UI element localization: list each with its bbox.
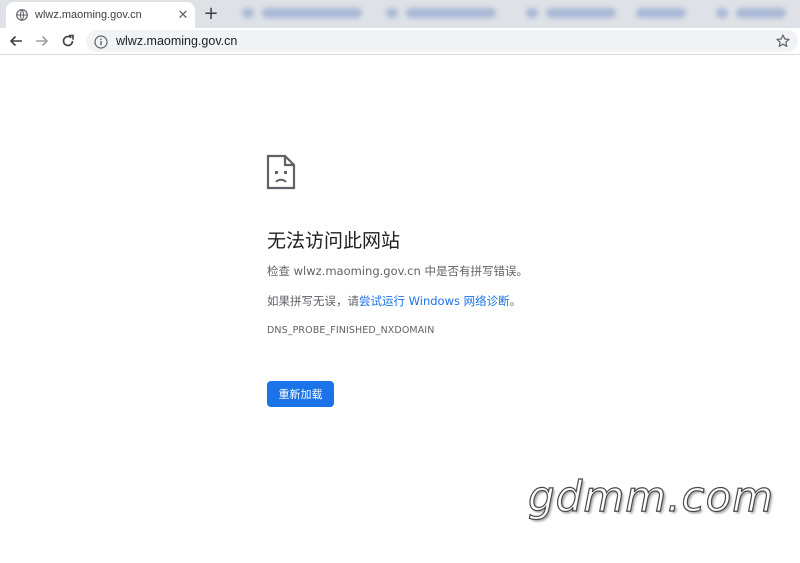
new-tab-button[interactable]: + [200, 4, 222, 24]
url-text[interactable]: wlwz.maoming.gov.cn [116, 34, 774, 48]
diagnostics-suffix: 。 [509, 294, 522, 308]
diagnostics-prefix: 如果拼写无误，请 [267, 294, 359, 308]
back-arrow-icon[interactable] [6, 31, 26, 51]
diagnostics-hint: 如果拼写无误，请尝试运行 Windows 网络诊断。 [267, 293, 521, 309]
browser-toolbar: wlwz.maoming.gov.cn [0, 28, 800, 55]
tab-close-icon[interactable]: ✕ [175, 7, 191, 23]
tab-strip: wlwz.maoming.gov.cn ✕ + [0, 0, 800, 28]
error-title: 无法访问此网站 [267, 230, 401, 252]
tab-title: wlwz.maoming.gov.cn [35, 9, 142, 21]
error-code: DNS_PROBE_FINISHED_NXDOMAIN [267, 325, 435, 336]
reload-icon[interactable] [58, 31, 78, 51]
info-icon[interactable] [94, 34, 108, 49]
address-bar[interactable]: wlwz.maoming.gov.cn [86, 30, 798, 52]
globe-icon [16, 9, 28, 21]
star-icon[interactable] [774, 32, 792, 50]
broken-page-icon [266, 154, 296, 190]
blurred-tabs [226, 4, 800, 24]
reload-button[interactable]: 重新加载 [267, 381, 334, 407]
active-tab[interactable]: wlwz.maoming.gov.cn ✕ [6, 2, 195, 28]
network-diagnostics-link[interactable]: 尝试运行 Windows 网络诊断 [359, 294, 510, 308]
spelling-hint: 检查 wlwz.maoming.gov.cn 中是否有拼写错误。 [267, 264, 528, 278]
forward-arrow-icon[interactable] [32, 31, 52, 51]
watermark: gdmm.com [527, 471, 775, 521]
